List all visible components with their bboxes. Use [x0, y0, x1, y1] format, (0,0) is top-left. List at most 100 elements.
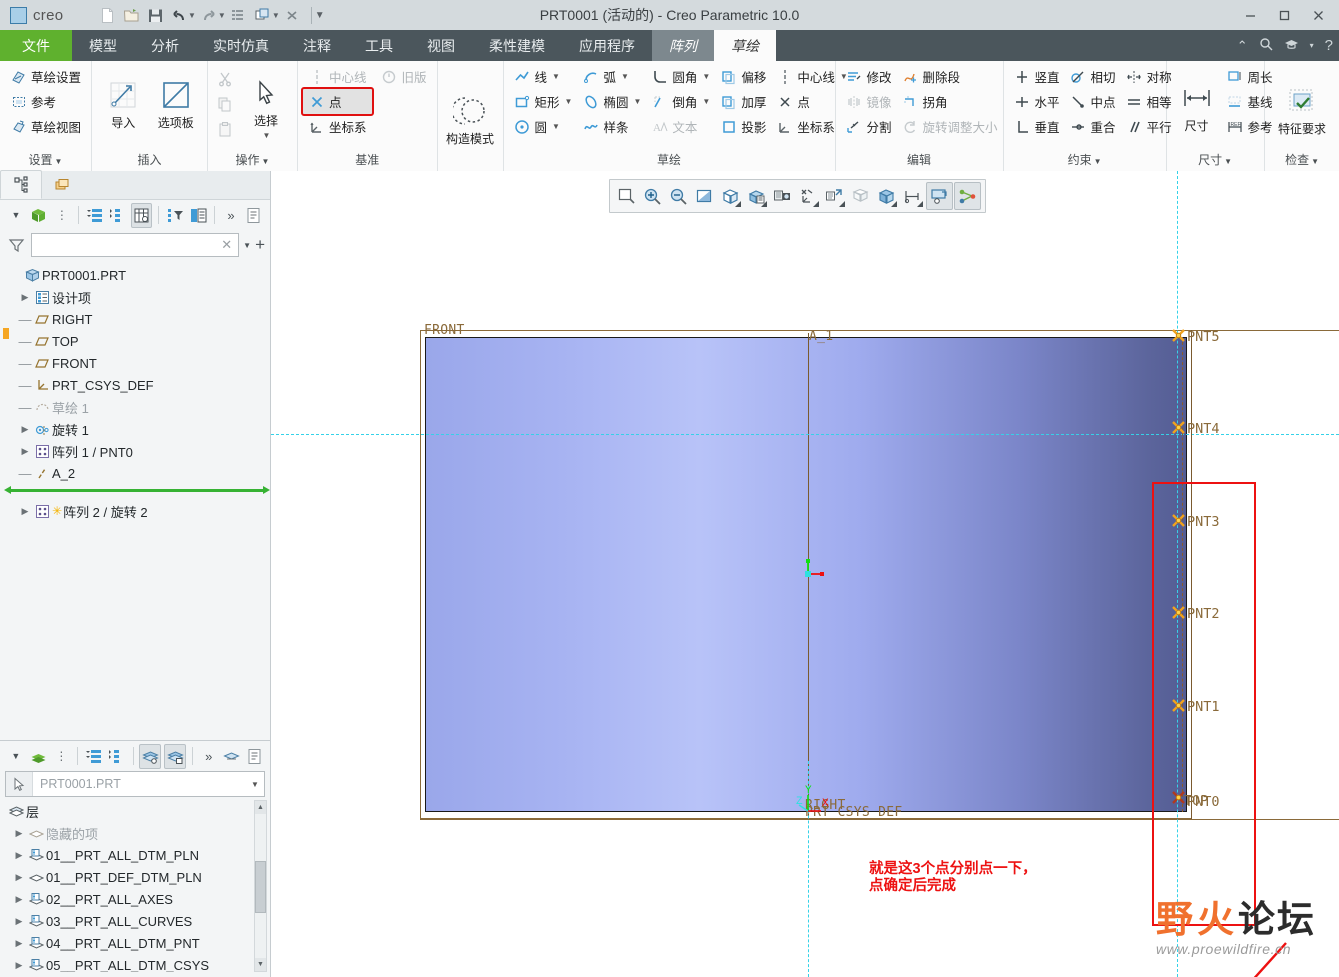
tab-applications[interactable]: 应用程序 — [562, 30, 652, 61]
layer-item-01-all-dtm-pln[interactable]: ▶ 01__PRT_ALL_DTM_PLN — [0, 844, 270, 866]
nav-tab-model-tree[interactable] — [0, 170, 42, 199]
search-icon[interactable] — [1259, 37, 1273, 54]
palette-button[interactable]: 选项板 — [150, 64, 203, 144]
spline-button[interactable]: 样条 — [577, 114, 646, 139]
layer-item-hidden[interactable]: ▶ 隐藏的项 — [0, 822, 270, 844]
chamfer-dropdown-icon[interactable]: ▼ — [702, 97, 710, 106]
tab-sketch[interactable]: 草绘 — [714, 30, 776, 61]
dropdown-corner[interactable] — [891, 201, 897, 207]
scrollbar-thumb[interactable] — [255, 861, 266, 913]
layer-expander[interactable]: ▶ — [12, 872, 26, 883]
tree-expander[interactable]: ▶ — [18, 506, 32, 517]
datum-point-pnt5[interactable] — [1172, 329, 1185, 342]
expand-all-icon[interactable] — [85, 204, 105, 227]
layer-item-03-all-curves[interactable]: ▶ 03__PRT_ALL_CURVES — [0, 910, 270, 932]
modify-button[interactable]: 修改 — [841, 64, 897, 89]
appearance-icon[interactable] — [954, 182, 981, 210]
group-operations-dropdown-icon[interactable]: ▼ — [262, 157, 270, 166]
layer-settings-caret-icon[interactable]: ▼ — [6, 745, 26, 768]
reference-button[interactable]: 参考 — [5, 89, 86, 114]
tree-search-input[interactable] — [36, 237, 220, 253]
qat-overflow-icon[interactable]: ▼ — [315, 10, 325, 21]
maximize-button[interactable] — [1267, 1, 1301, 29]
datum-csys-button[interactable]: 坐标系 — [303, 114, 372, 139]
tree-search-box[interactable]: ✕ — [31, 233, 240, 257]
corner-button[interactable]: 拐角 — [897, 89, 1003, 114]
layer-expander[interactable]: ▶ — [12, 938, 26, 949]
ellipse-button[interactable]: 椭圆 ▼ — [577, 89, 646, 114]
layer-overflow-icon[interactable]: » — [199, 745, 219, 768]
arc-dropdown-icon[interactable]: ▼ — [621, 72, 629, 81]
offset-button[interactable]: 偏移 — [715, 64, 771, 89]
layer-expander[interactable]: ▶ — [12, 960, 26, 971]
tree-expander[interactable]: ▶ — [18, 424, 32, 435]
tree-expander[interactable]: ▶ — [18, 446, 32, 457]
saved-orientations-icon[interactable] — [718, 183, 743, 209]
fillet-button[interactable]: 圆角 ▼ — [646, 64, 715, 89]
layer-expander[interactable]: ▶ — [12, 916, 26, 927]
regenerate-icon[interactable] — [228, 4, 250, 26]
scroll-up-icon[interactable]: ▲ — [255, 801, 266, 814]
dropdown-corner[interactable] — [917, 201, 923, 207]
layer-more-icon[interactable]: ⋮ — [52, 745, 72, 768]
tree-item-top[interactable]: — TOP — [4, 330, 270, 352]
open-file-icon[interactable] — [120, 4, 142, 26]
layer-expander[interactable]: ▶ — [12, 850, 26, 861]
datum-point-pnt4[interactable] — [1172, 421, 1185, 434]
close-window-icon[interactable] — [282, 4, 304, 26]
tree-insert-here-bar[interactable] — [4, 484, 270, 496]
tree-item-right[interactable]: — RIGHT — [4, 308, 270, 330]
ellipse-dropdown-icon[interactable]: ▼ — [633, 97, 641, 106]
layer-expand-icon[interactable] — [84, 745, 104, 768]
collapse-all-icon[interactable] — [108, 204, 128, 227]
tree-filter-icon[interactable] — [165, 204, 185, 227]
layer-item-02-all-axes[interactable]: ▶ 02__PRT_ALL_AXES — [0, 888, 270, 910]
delete-segment-button[interactable]: 删除段 — [897, 64, 1003, 89]
tree-item-front[interactable]: — FRONT — [4, 352, 270, 374]
layers-stack-icon[interactable] — [29, 745, 49, 768]
tree-overflow-icon[interactable]: » — [221, 204, 241, 227]
vertical-constraint-button[interactable]: 竖直 — [1009, 64, 1065, 89]
group-inspect-dropdown-icon[interactable]: ▼ — [1311, 157, 1319, 166]
clear-search-icon[interactable]: ✕ — [219, 237, 234, 253]
tab-live-simulation[interactable]: 实时仿真 — [196, 30, 286, 61]
perpendicular-constraint-button[interactable]: 垂直 — [1009, 114, 1065, 139]
window-dropdown-icon[interactable]: ▼ — [272, 11, 280, 20]
import-button[interactable]: 导入 — [97, 64, 150, 144]
tab-model[interactable]: 模型 — [72, 30, 134, 61]
horizontal-constraint-button[interactable]: 水平 — [1009, 89, 1065, 114]
layer-hide-icon[interactable] — [164, 743, 186, 769]
coincident-constraint-button[interactable]: 重合 — [1065, 114, 1121, 139]
filter-dropdown-icon[interactable]: ▼ — [243, 241, 251, 250]
tab-analysis[interactable]: 分析 — [134, 30, 196, 61]
repaint-icon[interactable] — [692, 183, 717, 209]
tree-display-icon[interactable] — [130, 202, 153, 228]
layer-object-selector[interactable]: PRT0001.PRT ▼ — [5, 771, 265, 797]
tree-item-a2[interactable]: — A_2 — [4, 462, 270, 484]
nav-tab-layer-tree[interactable] — [42, 172, 82, 199]
layer-display-icon[interactable] — [926, 182, 953, 210]
zoom-in-icon[interactable] — [640, 183, 665, 209]
tree-more-icon[interactable]: ⋮ — [52, 204, 72, 227]
perspective-icon[interactable] — [900, 183, 925, 209]
sketch-view-button[interactable]: 草绘视图 — [5, 114, 86, 139]
undo-dropdown-icon[interactable]: ▼ — [188, 11, 196, 20]
thicken-button[interactable]: 加厚 — [715, 89, 771, 114]
spin-center-icon[interactable] — [848, 183, 873, 209]
tree-item-part[interactable]: PRT0001.PRT — [4, 264, 270, 286]
tree-notes-icon[interactable] — [244, 204, 264, 227]
dropdown-corner[interactable] — [761, 201, 767, 207]
arc-button[interactable]: 弧 ▼ — [577, 64, 646, 89]
tab-file[interactable]: 文件 — [0, 30, 72, 61]
circle-dropdown-icon[interactable]: ▼ — [552, 122, 560, 131]
undo-icon[interactable] — [168, 4, 190, 26]
add-filter-icon[interactable]: + — [255, 236, 265, 253]
tab-annotate[interactable]: 注释 — [286, 30, 348, 61]
chamfer-button[interactable]: 倒角 ▼ — [646, 89, 715, 114]
group-constraints-dropdown-icon[interactable]: ▼ — [1094, 157, 1102, 166]
save-icon[interactable] — [144, 4, 166, 26]
tree-item-design-items[interactable]: ▶ 设计项 — [4, 286, 270, 308]
construction-mode-button[interactable]: 构造模式 — [443, 80, 498, 160]
datum-display-icon[interactable] — [796, 183, 821, 209]
circle-button[interactable]: 圆 ▼ — [509, 114, 578, 139]
